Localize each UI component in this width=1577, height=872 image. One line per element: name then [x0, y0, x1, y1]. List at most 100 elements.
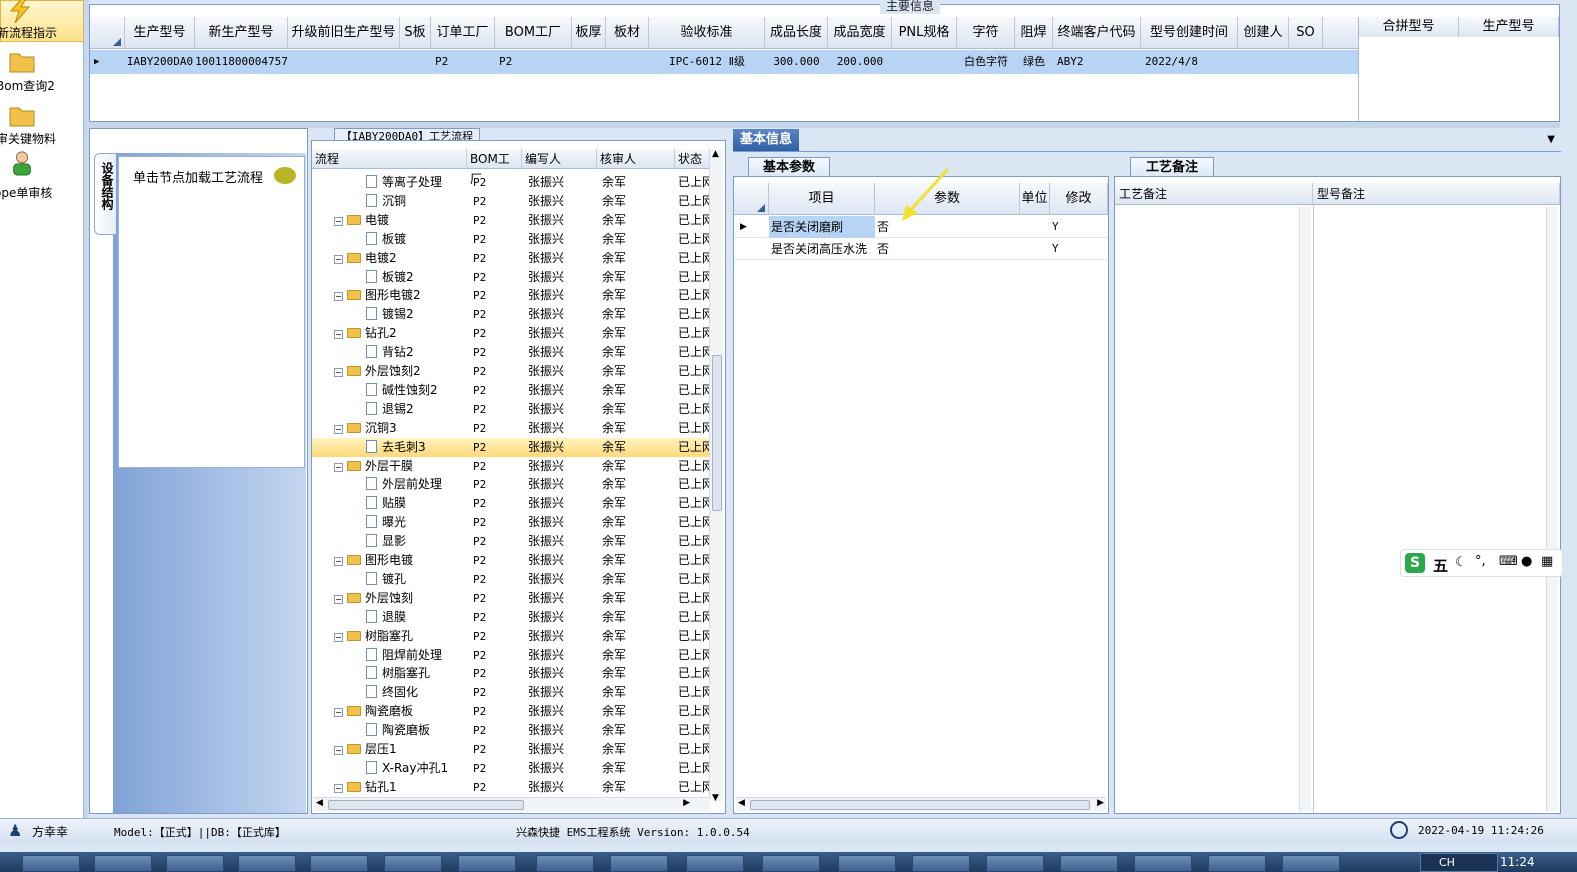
- table-cell[interactable]: 是否关闭磨刷: [769, 216, 875, 238]
- tree-cell-writer[interactable]: 张振兴: [528, 740, 598, 759]
- tree-cell-writer[interactable]: 张振兴: [528, 381, 598, 400]
- tree-cell-reviewer[interactable]: 余军: [602, 475, 672, 494]
- tree-row[interactable]: − 层压1 P2 张振兴 余军 已上网: [312, 740, 710, 759]
- tree-cell-status[interactable]: 已上网: [678, 683, 710, 702]
- collapse-icon[interactable]: −: [334, 783, 343, 793]
- keyboard-icon[interactable]: ⌨: [1499, 554, 1518, 569]
- tree-row[interactable]: 板镀2 P2 张振兴 余军 已上网: [312, 268, 710, 287]
- scroll-up-icon[interactable]: ▲: [712, 149, 719, 159]
- taskbar-button[interactable]: [536, 855, 594, 872]
- tree-row[interactable]: − 陶瓷磨板 P2 张振兴 余军 已上网: [312, 702, 710, 721]
- table-cell[interactable]: P2: [431, 50, 495, 74]
- tree-cell-writer[interactable]: 张振兴: [528, 362, 598, 381]
- tree-row[interactable]: 终固化 P2 张振兴 余军 已上网: [312, 683, 710, 702]
- tree-row[interactable]: 退膜 P2 张振兴 余军 已上网: [312, 608, 710, 627]
- table-cell[interactable]: 否: [875, 238, 1020, 260]
- tree-cell-status[interactable]: 已上网: [678, 457, 710, 476]
- tree-row[interactable]: 阻焊前处理 P2 张振兴 余军 已上网: [312, 646, 710, 665]
- tree-node[interactable]: X-Ray冲孔1: [366, 759, 448, 778]
- tree-node[interactable]: − 图形电镀2: [334, 286, 421, 305]
- col-header[interactable]: 创建人: [1238, 17, 1289, 49]
- taskbar-button[interactable]: [838, 855, 896, 872]
- tree-cell-writer[interactable]: 张振兴: [528, 173, 598, 192]
- tree-cell-bom[interactable]: P2: [473, 457, 523, 476]
- tree-cell-bom[interactable]: P2: [473, 419, 523, 438]
- tree-row[interactable]: 退锡2 P2 张振兴 余军 已上网: [312, 400, 710, 419]
- tree-row[interactable]: 板镀 P2 张振兴 余军 已上网: [312, 230, 710, 249]
- tree-row[interactable]: 镀锡2 P2 张振兴 余军 已上网: [312, 305, 710, 324]
- col-header[interactable]: SO: [1289, 17, 1323, 49]
- collapse-icon[interactable]: −: [334, 424, 343, 434]
- col-header[interactable]: 板厚: [572, 17, 606, 49]
- tree-cell-reviewer[interactable]: 余军: [602, 589, 672, 608]
- ime-toolbar[interactable]: S 五 ☾ °, ⌨ ● ▦: [1400, 549, 1563, 577]
- tree-cell-writer[interactable]: 张振兴: [528, 249, 598, 268]
- tree-cell-writer[interactable]: 张振兴: [528, 192, 598, 211]
- tree-node[interactable]: − 树脂塞孔: [334, 627, 413, 646]
- tree-cell-status[interactable]: 已上网: [678, 702, 710, 721]
- tree-row[interactable]: 背钻2 P2 张振兴 余军 已上网: [312, 343, 710, 362]
- tree-node[interactable]: − 钻孔1: [334, 778, 397, 797]
- tab-basic-params[interactable]: 基本参数: [748, 157, 830, 177]
- tree-row[interactable]: 显影 P2 张振兴 余军 已上网: [312, 532, 710, 551]
- tree-cell-bom[interactable]: P2: [473, 683, 523, 702]
- collapse-icon[interactable]: −: [334, 462, 343, 472]
- col-header[interactable]: 编写人: [522, 149, 597, 169]
- tree-cell-writer[interactable]: 张振兴: [528, 494, 598, 513]
- grid-icon[interactable]: ▦: [1541, 554, 1553, 569]
- tree-cell-reviewer[interactable]: 余军: [602, 627, 672, 646]
- col-header[interactable]: 板材: [606, 17, 649, 49]
- tree-cell-status[interactable]: 已上网: [678, 759, 710, 778]
- tree-cell-status[interactable]: 已上网: [678, 532, 710, 551]
- col-header[interactable]: 验收标准: [649, 17, 765, 49]
- tree-cell-writer[interactable]: 张振兴: [528, 646, 598, 665]
- tree-cell-bom[interactable]: P2: [473, 400, 523, 419]
- tree-cell-status[interactable]: 已上网: [678, 721, 710, 740]
- scroll-right-icon[interactable]: ▶: [1097, 798, 1104, 808]
- sidebar-item-key-material[interactable]: 审关键物料: [0, 100, 84, 148]
- tree-cell-writer[interactable]: 张振兴: [528, 721, 598, 740]
- tree-node[interactable]: 板镀2: [366, 268, 414, 287]
- tree-horizontal-scrollbar[interactable]: ◀ ▶: [314, 797, 710, 811]
- tree-cell-bom[interactable]: P2: [473, 362, 523, 381]
- table-cell[interactable]: 2022/4/8: [1141, 50, 1238, 74]
- tree-cell-reviewer[interactable]: 余军: [602, 173, 672, 192]
- table-cell[interactable]: [606, 50, 649, 74]
- tree-cell-bom[interactable]: P2: [473, 551, 523, 570]
- tree-row[interactable]: − 图形电镀2 P2 张振兴 余军 已上网: [312, 286, 710, 305]
- tree-cell-reviewer[interactable]: 余军: [602, 494, 672, 513]
- col-header[interactable]: 流程: [312, 149, 467, 169]
- col-header[interactable]: 成品宽度: [828, 17, 892, 49]
- tree-cell-reviewer[interactable]: 余军: [602, 646, 672, 665]
- tree-cell-status[interactable]: 已上网: [678, 664, 710, 683]
- tree-cell-bom[interactable]: P2: [473, 305, 523, 324]
- tree-node[interactable]: 背钻2: [366, 343, 414, 362]
- tree-node[interactable]: − 电镀: [334, 211, 389, 230]
- tree-node[interactable]: − 图形电镀: [334, 551, 413, 570]
- user-icon[interactable]: ●: [1521, 554, 1532, 569]
- tree-cell-bom[interactable]: P2: [473, 249, 523, 268]
- tree-cell-reviewer[interactable]: 余军: [602, 249, 672, 268]
- col-header[interactable]: 核审人: [597, 149, 675, 169]
- tree-node[interactable]: − 电镀2: [334, 249, 397, 268]
- tree-row[interactable]: − 电镀2 P2 张振兴 余军 已上网: [312, 249, 710, 268]
- tree-cell-writer[interactable]: 张振兴: [528, 286, 598, 305]
- tree-cell-status[interactable]: 已上网: [678, 400, 710, 419]
- tree-cell-status[interactable]: 已上网: [678, 362, 710, 381]
- taskbar-button[interactable]: [912, 855, 970, 872]
- tree-cell-reviewer[interactable]: 余军: [602, 324, 672, 343]
- taskbar-button[interactable]: [384, 855, 442, 872]
- tree-cell-bom[interactable]: P2: [473, 664, 523, 683]
- col-header[interactable]: 状态: [675, 149, 710, 169]
- tree-row[interactable]: 沉铜 P2 张振兴 余军 已上网: [312, 192, 710, 211]
- tree-cell-writer[interactable]: 张振兴: [528, 324, 598, 343]
- tree-cell-writer[interactable]: 张振兴: [528, 475, 598, 494]
- tree-cell-reviewer[interactable]: 余军: [602, 778, 672, 797]
- tree-cell-status[interactable]: 已上网: [678, 551, 710, 570]
- tree-cell-status[interactable]: 已上网: [678, 589, 710, 608]
- tree-cell-writer[interactable]: 张振兴: [528, 702, 598, 721]
- tree-cell-writer[interactable]: 张振兴: [528, 664, 598, 683]
- tree-cell-reviewer[interactable]: 余军: [602, 400, 672, 419]
- tree-cell-writer[interactable]: 张振兴: [528, 608, 598, 627]
- collapse-icon[interactable]: −: [334, 594, 343, 604]
